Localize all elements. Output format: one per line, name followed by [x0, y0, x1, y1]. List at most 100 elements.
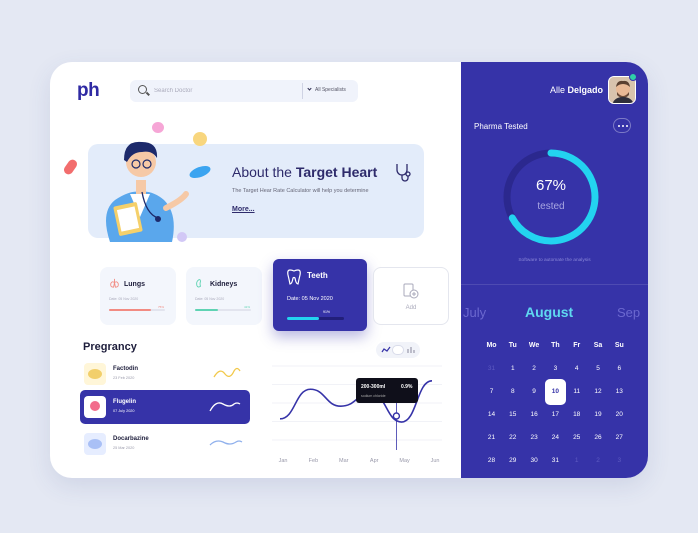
medication-date: 07 July 2020: [113, 409, 135, 413]
calendar-day[interactable]: 26: [588, 426, 609, 449]
x-tick-label: Mar: [339, 458, 349, 464]
calendar-day[interactable]: 3: [545, 357, 566, 380]
weekday-label: Fr: [573, 342, 581, 349]
weekday-label: We: [528, 342, 540, 349]
calendar-day[interactable]: 31: [545, 449, 566, 472]
weekday-label: Su: [614, 342, 624, 349]
calendar-day[interactable]: 14: [481, 403, 502, 426]
calendar-day[interactable]: 17: [545, 403, 566, 426]
organ-date: Date: 05 Nov 2020: [195, 297, 225, 301]
weekday-label: Th: [551, 342, 560, 349]
calendar-day[interactable]: 2: [588, 449, 609, 472]
pill-decoration: [177, 232, 187, 242]
more-options-button[interactable]: [613, 118, 631, 133]
calendar-day[interactable]: 8: [502, 380, 523, 403]
month-next[interactable]: Sep: [617, 305, 640, 320]
calendar-day[interactable]: 15: [502, 403, 523, 426]
organ-progress-fill: [109, 309, 151, 311]
toggle-knob[interactable]: [392, 345, 404, 355]
calendar-day[interactable]: 2: [524, 357, 545, 380]
calendar-week: 21 22 23 24 25 26 27: [481, 426, 631, 449]
calendar-day[interactable]: 12: [588, 380, 609, 403]
calendar-day-selected[interactable]: 10: [544, 378, 566, 405]
kidneys-icon: [196, 279, 202, 288]
calendar-week: 7 8 9 10 11 12 13: [481, 378, 631, 405]
medication-item[interactable]: Docarbazine 25 Mar 2020: [80, 427, 250, 461]
hover-point[interactable]: [392, 412, 401, 420]
specialist-select[interactable]: All Specialists: [307, 86, 346, 93]
line-chart-icon[interactable]: [381, 346, 391, 354]
tooltip-percent: 0.9%: [401, 384, 413, 390]
calendar-day[interactable]: 7: [481, 380, 502, 403]
calendar-day[interactable]: 28: [481, 449, 502, 472]
calendar-day[interactable]: 9: [524, 380, 545, 403]
calendar-day[interactable]: 19: [588, 403, 609, 426]
medication-trend: [209, 440, 243, 446]
add-document-icon: [403, 283, 419, 299]
main-panel: ph All Specialists About the Target Hear…: [50, 62, 461, 478]
x-tick-label: May: [399, 458, 410, 464]
calendar-day[interactable]: 13: [609, 380, 630, 403]
calendar-day[interactable]: 11: [566, 380, 587, 403]
calendar-day[interactable]: 30: [524, 449, 545, 472]
calendar-week: 28 29 30 31 1 2 3: [481, 449, 631, 472]
medication-item[interactable]: Factodin 23 Feb 2020: [80, 357, 250, 391]
calendar-day[interactable]: 20: [609, 403, 630, 426]
search-bar: All Specialists: [130, 80, 358, 102]
organ-progress-track: [195, 309, 251, 311]
pregnancy-title: Pregrancy: [83, 341, 137, 353]
calendar-grid: Mo Tu We Th Fr Sa Su 31 1 2 3 4 5 6 7 8 9 10 11 12 13 14 15 16 1…: [481, 334, 631, 472]
medication-item[interactable]: Flugelin 07 July 2020: [80, 390, 250, 424]
calendar-day[interactable]: 1: [502, 357, 523, 380]
medication-thumbnail: [84, 433, 106, 455]
pharma-title: Pharma Tested: [474, 122, 528, 131]
calendar-day[interactable]: 22: [502, 426, 523, 449]
chart-view-toggle[interactable]: [376, 342, 420, 358]
calendar-day[interactable]: 18: [566, 403, 587, 426]
calendar-day[interactable]: 16: [524, 403, 545, 426]
doctor-illustration: [106, 141, 211, 242]
tooltip-subtitle: sodium chloride: [361, 394, 386, 398]
calendar-day[interactable]: 27: [609, 426, 630, 449]
calendar-day[interactable]: 3: [609, 449, 630, 472]
organ-progress-track: [109, 309, 165, 311]
hero-title: About the Target Heart: [232, 164, 377, 180]
organ-card-teeth[interactable]: Teeth Date: 05 Nov 2020 91%: [273, 259, 367, 331]
calendar-day[interactable]: 29: [502, 449, 523, 472]
calendar-day[interactable]: 6: [609, 357, 630, 380]
medication-trend: [213, 367, 241, 378]
calendar-day[interactable]: 31: [481, 357, 502, 380]
organ-percent: 91%: [323, 310, 331, 314]
calendar-day[interactable]: 21: [481, 426, 502, 449]
organ-card-lungs[interactable]: Lungs Date: 05 Nov 2020 75%: [100, 267, 176, 325]
organ-card-kidneys[interactable]: Kidneys Date: 05 Nov 2020 41%: [186, 267, 262, 325]
month-current[interactable]: August: [525, 304, 573, 320]
tested-donut: [503, 149, 599, 245]
calendar-day[interactable]: 23: [524, 426, 545, 449]
line-chart: Jan Feb Mar Apr May Jun: [272, 365, 442, 464]
search-input[interactable]: [154, 84, 294, 98]
logo[interactable]: ph: [77, 80, 100, 102]
medication-thumbnail: [84, 363, 106, 385]
user-name[interactable]: Alle Delgado: [550, 85, 603, 95]
lungs-icon: [110, 278, 119, 288]
chevron-down-icon: [307, 86, 312, 91]
stethoscope-icon: [396, 164, 411, 182]
organ-date: Date: 05 Nov 2020: [109, 297, 139, 301]
month-prev[interactable]: July: [463, 305, 486, 320]
more-link[interactable]: More...: [232, 206, 255, 213]
add-card-button[interactable]: Add: [373, 267, 449, 325]
divider: [461, 284, 648, 285]
medication-thumbnail: [84, 396, 106, 418]
calendar-day[interactable]: 5: [588, 357, 609, 380]
calendar-day[interactable]: 25: [566, 426, 587, 449]
calendar-day[interactable]: 1: [566, 449, 587, 472]
calendar-day[interactable]: 24: [545, 426, 566, 449]
weekday-label: Sa: [593, 342, 603, 349]
calendar-day[interactable]: 4: [566, 357, 587, 380]
tested-percent: 67%: [535, 177, 567, 194]
search-icon[interactable]: [138, 85, 147, 94]
hero-title-bold: Target Heart: [295, 164, 378, 180]
avatar-face: [609, 77, 635, 103]
bar-chart-icon[interactable]: [407, 346, 415, 354]
